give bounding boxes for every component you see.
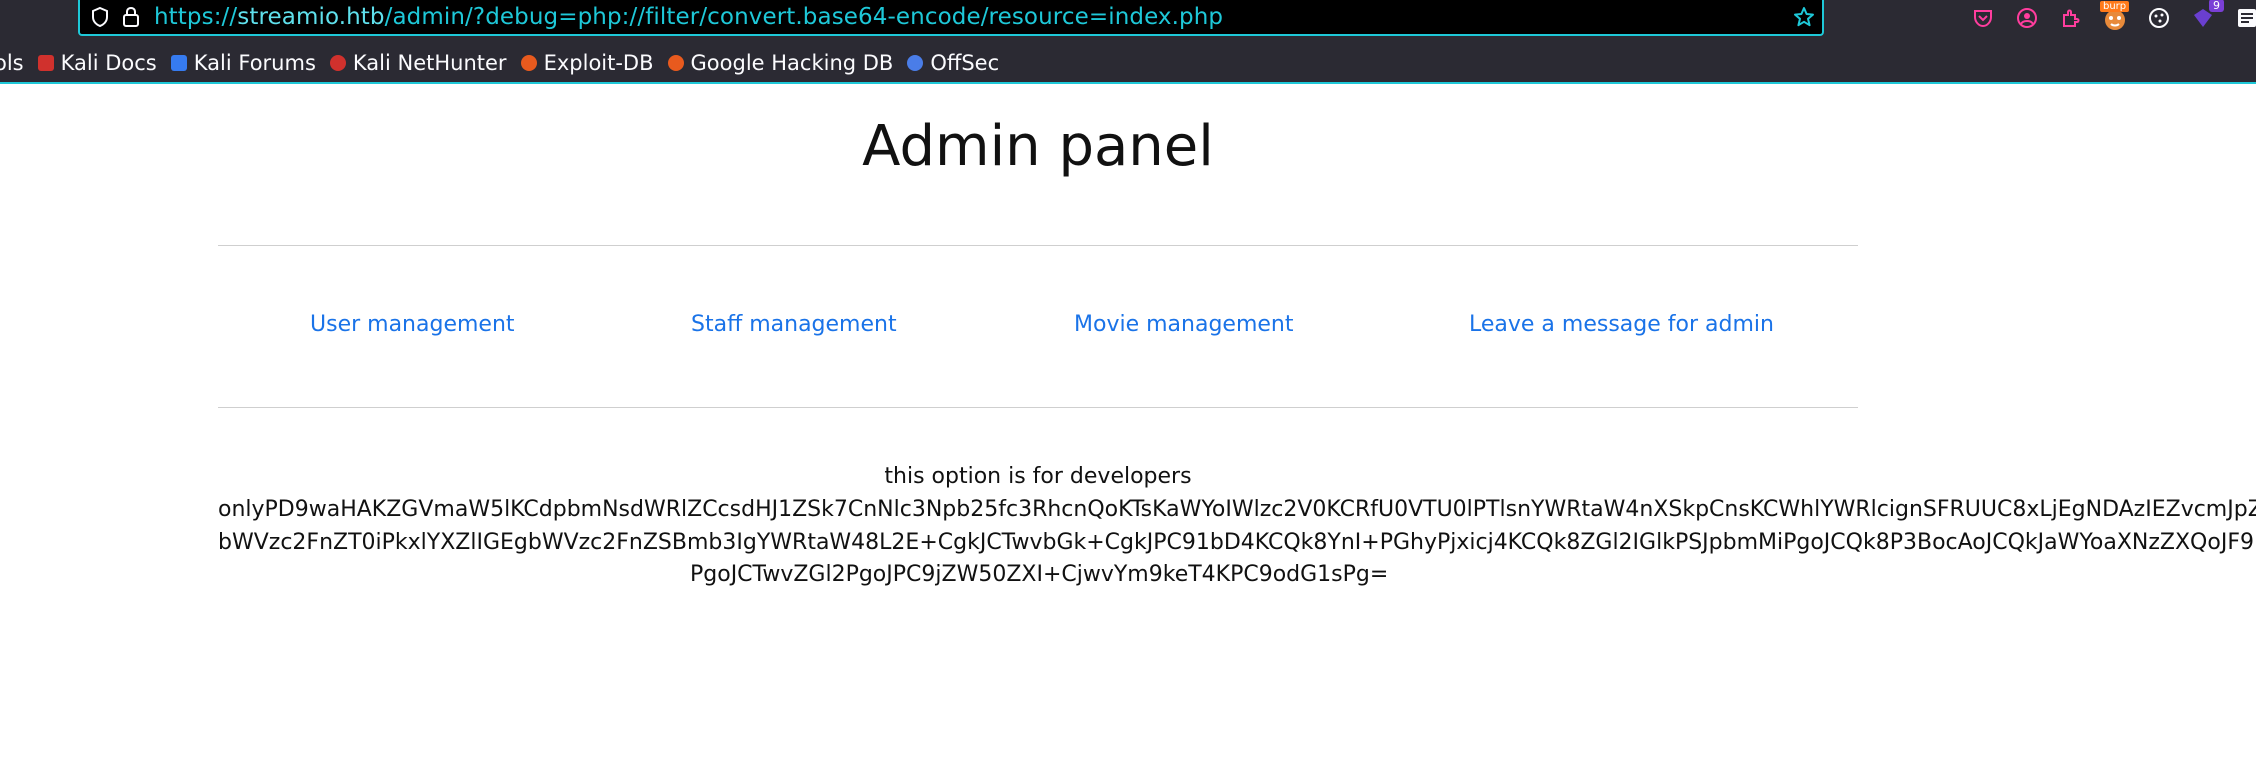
bookmark-kali-nethunter[interactable]: Kali NetHunter <box>329 51 507 75</box>
kali-docs-icon <box>37 55 54 71</box>
menu-icon[interactable] <box>2234 5 2256 31</box>
burp-icon[interactable]: burp <box>2100 1 2130 31</box>
admin-nav: User management Staff management Movie m… <box>218 312 1858 352</box>
bookmark-label: Google Hacking DB <box>690 51 894 75</box>
bookmark-label: Kali Forums <box>193 51 316 75</box>
extension-count-badge: 9 <box>2209 0 2224 12</box>
divider-bottom <box>218 407 1858 408</box>
url-path: /admin/?debug=php://filter/convert.base6… <box>384 4 1224 30</box>
nav-movie-management[interactable]: Movie management <box>1074 312 1293 337</box>
kali-nethunter-icon <box>329 55 346 71</box>
browser-chrome: https://streamio.htb/admin/?debug=php://… <box>0 0 2256 84</box>
page-title: Admin panel <box>862 114 1214 179</box>
bookmark-label: Exploit-DB <box>543 51 654 75</box>
url-host: streamio.htb <box>237 4 385 30</box>
offsec-icon <box>907 55 924 71</box>
lock-icon[interactable] <box>122 6 140 28</box>
bookmark-google-hacking-db[interactable]: Google Hacking DB <box>667 51 894 75</box>
bookmark-kali-docs[interactable]: Kali Docs <box>37 51 157 75</box>
bookmark-label: ols <box>0 51 24 75</box>
base64-output-line-3: PgoJCTwvZGl2PgoJPC9jZW50ZXI+CjwvYm9keT4K… <box>690 562 1390 587</box>
exploit-db-icon <box>520 55 537 71</box>
pocket-icon[interactable] <box>1970 5 1996 31</box>
base64-output-line-1: onlyPD9waHAKZGVmaW5lKCdpbmNsdWRlZCcsdHJ1… <box>218 497 2256 522</box>
shield-icon[interactable] <box>90 6 110 28</box>
kali-forums-icon <box>170 55 187 71</box>
developer-notice: this option is for developers <box>884 464 1192 489</box>
cookie-icon[interactable] <box>2146 5 2172 31</box>
bookmark-label: OffSec <box>930 51 1000 75</box>
nav-staff-management[interactable]: Staff management <box>691 312 897 337</box>
page-content: Admin panel User management Staff manage… <box>0 86 2256 781</box>
bookmark-label: Kali NetHunter <box>352 51 507 75</box>
url-text[interactable]: https://streamio.htb/admin/?debug=php://… <box>154 4 1223 30</box>
burp-label: burp <box>2100 1 2130 12</box>
url-scheme: https:// <box>154 4 238 30</box>
base64-output-line-2: bWVzc2FnZT0iPkxlYXZlIGEgbWVzc2FnZSBmb3Ig… <box>218 530 2256 555</box>
bookmark-label: Kali Docs <box>60 51 157 75</box>
bookmarks-bar: ols Kali Docs Kali Forums Kali NetHunter… <box>0 48 999 78</box>
nav-leave-message[interactable]: Leave a message for admin <box>1469 312 1774 337</box>
toolbar-icons: burp 9 <box>1970 0 2256 34</box>
divider-top <box>218 245 1858 246</box>
bookmark-star-icon[interactable] <box>1792 5 1816 29</box>
google-hacking-db-icon <box>667 55 684 71</box>
bookmark-exploit-db[interactable]: Exploit-DB <box>520 51 654 75</box>
extensions-icon[interactable] <box>2058 5 2084 31</box>
address-bar[interactable]: https://streamio.htb/admin/?debug=php://… <box>78 0 1824 36</box>
bookmark-kali-forums[interactable]: Kali Forums <box>170 51 316 75</box>
extension-badge-icon[interactable]: 9 <box>2190 0 2224 31</box>
nav-user-management[interactable]: User management <box>310 312 515 337</box>
bookmark-offsec[interactable]: OffSec <box>907 51 999 75</box>
bookmark-tools[interactable]: ols <box>0 51 24 75</box>
account-icon[interactable] <box>2014 5 2040 31</box>
